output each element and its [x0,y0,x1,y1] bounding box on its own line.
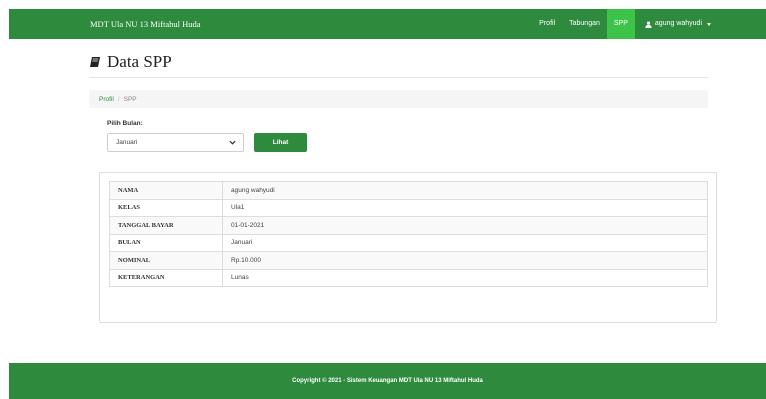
table-row: KETERANGAN Lunas [109,268,708,287]
lihat-button[interactable]: Lihat [254,133,307,152]
row-value: Januari [222,233,708,252]
breadcrumb-current: SPP [123,95,137,103]
user-icon [645,20,652,28]
breadcrumb-separator: / [117,95,120,103]
user-menu[interactable]: agung wahyudi [635,9,718,39]
month-select-value: Januari [116,139,138,146]
breadcrumb-link-profil[interactable]: Profil [99,96,114,103]
table-row: KELAS Ula1 [109,198,708,217]
row-key: KELAS [109,198,223,217]
table-row: TANGGAL BAYAR 01-01-2021 [109,216,708,235]
chevron-down-icon [229,140,236,145]
user-name: agung wahyudi [654,20,702,27]
row-value: Rp.10.000 [222,251,708,270]
nav-item-profil[interactable]: Profil [532,9,562,39]
row-key: NOMINAL [109,251,223,270]
page-title-text: Data SPP [107,52,172,71]
table-row: NAMA agung wahyudi [109,181,708,200]
nav-links: Profil Tabungan SPP agung wahyudi [532,9,718,39]
month-select[interactable]: Januari [107,133,244,152]
row-value: Ula1 [222,198,708,217]
top-navbar: MDT Ula NU 13 Miftahul Huda Profil Tabun… [9,9,766,39]
row-key: BULAN [109,233,223,252]
footer-copyright: Copyright © 2021 - Sistem Keuangan MDT U… [292,378,483,384]
title-divider [89,77,708,78]
detail-panel: NAMA agung wahyudi KELAS Ula1 TANGGAL BA… [99,172,717,323]
month-label: Pilih Bulan: [107,120,143,127]
row-key: TANGGAL BAYAR [109,216,223,235]
table-row: BULAN Januari [109,233,708,252]
spp-detail-table: NAMA agung wahyudi KELAS Ula1 TANGGAL BA… [109,181,708,287]
row-value: 01-01-2021 [222,216,708,235]
footer: Copyright © 2021 - Sistem Keuangan MDT U… [9,363,766,399]
row-key: KETERANGAN [109,268,223,287]
book-icon [90,57,100,67]
brand-name[interactable]: MDT Ula NU 13 Miftahul Huda [90,9,201,39]
caret-down-icon [707,22,711,26]
breadcrumb: Profil / SPP [89,90,708,108]
row-value: agung wahyudi [222,181,708,200]
row-key: NAMA [109,181,223,200]
nav-item-tabungan[interactable]: Tabungan [562,9,607,39]
nav-item-spp[interactable]: SPP [606,9,635,39]
page-title: Data SPP [89,52,172,72]
table-row: NOMINAL Rp.10.000 [109,251,708,270]
row-value: Lunas [222,268,708,287]
